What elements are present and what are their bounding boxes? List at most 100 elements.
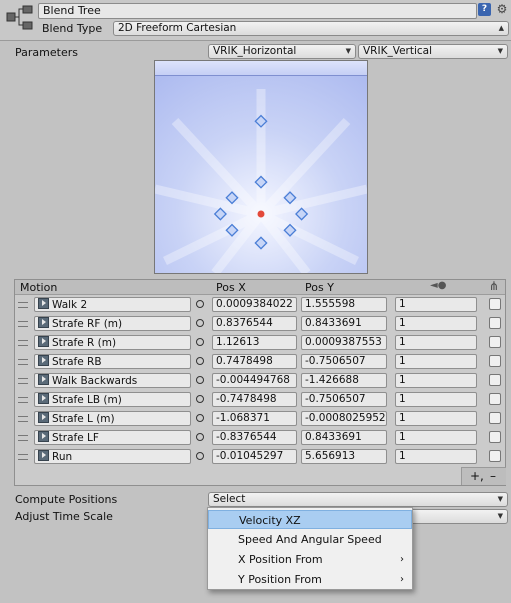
pos-x-field[interactable]: 0.7478498 bbox=[212, 354, 297, 369]
drag-handle-icon[interactable] bbox=[18, 340, 28, 346]
motion-list-panel: Motion Pos X Pos Y ◄● ⋔ Walk 2 0.00093840… bbox=[14, 279, 506, 486]
table-row: Strafe RF (m) 0.8376544 0.8433691 1 bbox=[15, 314, 505, 333]
mirror-checkbox[interactable] bbox=[489, 336, 501, 348]
speed-field[interactable]: 1 bbox=[395, 430, 477, 445]
motion-point[interactable] bbox=[213, 207, 227, 221]
adjust-time-scale-label: Adjust Time Scale bbox=[15, 510, 113, 523]
menu-item-label: Speed And Angular Speed bbox=[238, 533, 382, 546]
pos-x-field[interactable]: -0.004494768 bbox=[212, 373, 297, 388]
motion-clip-field[interactable]: Walk 2 bbox=[34, 297, 191, 312]
pos-y-field[interactable]: 1.555598 bbox=[301, 297, 387, 312]
pos-y-field[interactable]: 0.8433691 bbox=[301, 316, 387, 331]
remove-motion-button[interactable]: – bbox=[490, 468, 496, 485]
y-parameter-dropdown[interactable]: VRIK_Vertical ▼ bbox=[358, 44, 508, 59]
mirror-checkbox[interactable] bbox=[489, 374, 501, 386]
add-motion-button[interactable]: +, bbox=[470, 468, 484, 485]
help-icon[interactable]: ? bbox=[478, 3, 491, 16]
drag-handle-icon[interactable] bbox=[18, 359, 28, 365]
target-icon[interactable] bbox=[196, 338, 204, 346]
blend-tree-header: Blend Tree ? ⚙ Blend Type 2D Freeform Ca… bbox=[0, 0, 511, 41]
table-row: Strafe LB (m) -0.7478498 -0.7506507 1 bbox=[15, 390, 505, 409]
mirror-checkbox[interactable] bbox=[489, 298, 501, 310]
target-icon[interactable] bbox=[196, 414, 204, 422]
animation-clip-icon bbox=[38, 336, 49, 347]
motion-clip-field[interactable]: Walk Backwards bbox=[34, 373, 191, 388]
speed-field[interactable]: 1 bbox=[395, 449, 477, 464]
blend-type-value: 2D Freeform Cartesian bbox=[118, 22, 237, 34]
motion-clip-field[interactable]: Strafe R (m) bbox=[34, 335, 191, 350]
motion-point[interactable] bbox=[295, 207, 309, 221]
menu-item[interactable]: X Position From › bbox=[208, 550, 412, 569]
compute-positions-dropdown[interactable]: Select ▼ bbox=[208, 492, 508, 507]
pos-x-field[interactable]: 0.8376544 bbox=[212, 316, 297, 331]
target-icon[interactable] bbox=[196, 376, 204, 384]
drag-handle-icon[interactable] bbox=[18, 416, 28, 422]
drag-handle-icon[interactable] bbox=[18, 435, 28, 441]
gear-icon[interactable]: ⚙ bbox=[495, 2, 509, 16]
pos-x-field[interactable]: -0.01045297 bbox=[212, 449, 297, 464]
speed-field[interactable]: 1 bbox=[395, 335, 477, 350]
motion-name: Run bbox=[52, 451, 73, 463]
target-icon[interactable] bbox=[196, 319, 204, 327]
x-parameter-dropdown[interactable]: VRIK_Horizontal ▼ bbox=[208, 44, 356, 59]
menu-item[interactable]: Y Position From › bbox=[208, 570, 412, 589]
speed-field[interactable]: 1 bbox=[395, 316, 477, 331]
mirror-checkbox[interactable] bbox=[489, 450, 501, 462]
blend-tree-node-icon bbox=[6, 5, 33, 30]
drag-handle-icon[interactable] bbox=[18, 302, 28, 308]
blend-tree-name-field[interactable]: Blend Tree bbox=[38, 3, 477, 19]
mirror-checkbox[interactable] bbox=[489, 431, 501, 443]
pos-y-field[interactable]: -0.7506507 bbox=[301, 354, 387, 369]
blend-space-visualization[interactable] bbox=[154, 60, 368, 274]
pos-y-field[interactable]: -0.7506507 bbox=[301, 392, 387, 407]
compute-positions-label: Compute Positions bbox=[15, 493, 118, 506]
motion-name: Strafe LB (m) bbox=[52, 394, 122, 406]
motion-clip-field[interactable]: Strafe RF (m) bbox=[34, 316, 191, 331]
mirror-checkbox[interactable] bbox=[489, 355, 501, 367]
chevron-right-icon: › bbox=[400, 574, 404, 585]
target-icon[interactable] bbox=[196, 395, 204, 403]
speed-field[interactable]: 1 bbox=[395, 297, 477, 312]
mirror-checkbox[interactable] bbox=[489, 412, 501, 424]
speed-field[interactable]: 1 bbox=[395, 373, 477, 388]
motion-point[interactable] bbox=[254, 236, 268, 250]
motion-clip-field[interactable]: Strafe LF bbox=[34, 430, 191, 445]
pos-x-field[interactable]: -0.8376544 bbox=[212, 430, 297, 445]
chevron-down-icon: ▼ bbox=[497, 512, 503, 520]
drag-handle-icon[interactable] bbox=[18, 378, 28, 384]
motion-clip-field[interactable]: Strafe RB bbox=[34, 354, 191, 369]
menu-item[interactable]: Velocity XZ bbox=[208, 510, 412, 529]
speed-field[interactable]: 1 bbox=[395, 392, 477, 407]
current-blend-position[interactable] bbox=[257, 210, 265, 218]
chevron-down-icon: ▼ bbox=[497, 495, 503, 503]
pos-y-field[interactable]: -1.426688 bbox=[301, 373, 387, 388]
table-row: Strafe LF -0.8376544 0.8433691 1 bbox=[15, 428, 505, 447]
drag-handle-icon[interactable] bbox=[18, 321, 28, 327]
target-icon[interactable] bbox=[196, 433, 204, 441]
drag-handle-icon[interactable] bbox=[18, 397, 28, 403]
animation-clip-icon bbox=[38, 374, 49, 385]
mirror-checkbox[interactable] bbox=[489, 317, 501, 329]
speed-field[interactable]: 1 bbox=[395, 411, 477, 426]
target-icon[interactable] bbox=[196, 452, 204, 460]
blend-type-dropdown[interactable]: 2D Freeform Cartesian ▲ bbox=[113, 21, 509, 36]
adjust-time-scale-dropdown[interactable]: ▼ bbox=[400, 509, 508, 524]
pos-y-field[interactable]: 5.656913 bbox=[301, 449, 387, 464]
motion-clip-field[interactable]: Strafe LB (m) bbox=[34, 392, 191, 407]
pos-y-field[interactable]: 0.8433691 bbox=[301, 430, 387, 445]
pos-x-field[interactable]: 0.0009384022 bbox=[212, 297, 297, 312]
menu-item-label: Y Position From bbox=[238, 573, 322, 586]
mirror-checkbox[interactable] bbox=[489, 393, 501, 405]
speed-field[interactable]: 1 bbox=[395, 354, 477, 369]
motion-clip-field[interactable]: Run bbox=[34, 449, 191, 464]
motion-clip-field[interactable]: Strafe L (m) bbox=[34, 411, 191, 426]
target-icon[interactable] bbox=[196, 300, 204, 308]
pos-x-field[interactable]: -0.7478498 bbox=[212, 392, 297, 407]
pos-x-field[interactable]: -1.068371 bbox=[212, 411, 297, 426]
pos-y-field[interactable]: 0.0009387553 bbox=[301, 335, 387, 350]
pos-y-field[interactable]: -0.0008025952 bbox=[301, 411, 387, 426]
menu-item[interactable]: Speed And Angular Speed bbox=[208, 530, 412, 549]
drag-handle-icon[interactable] bbox=[18, 454, 28, 460]
target-icon[interactable] bbox=[196, 357, 204, 365]
pos-x-field[interactable]: 1.12613 bbox=[212, 335, 297, 350]
